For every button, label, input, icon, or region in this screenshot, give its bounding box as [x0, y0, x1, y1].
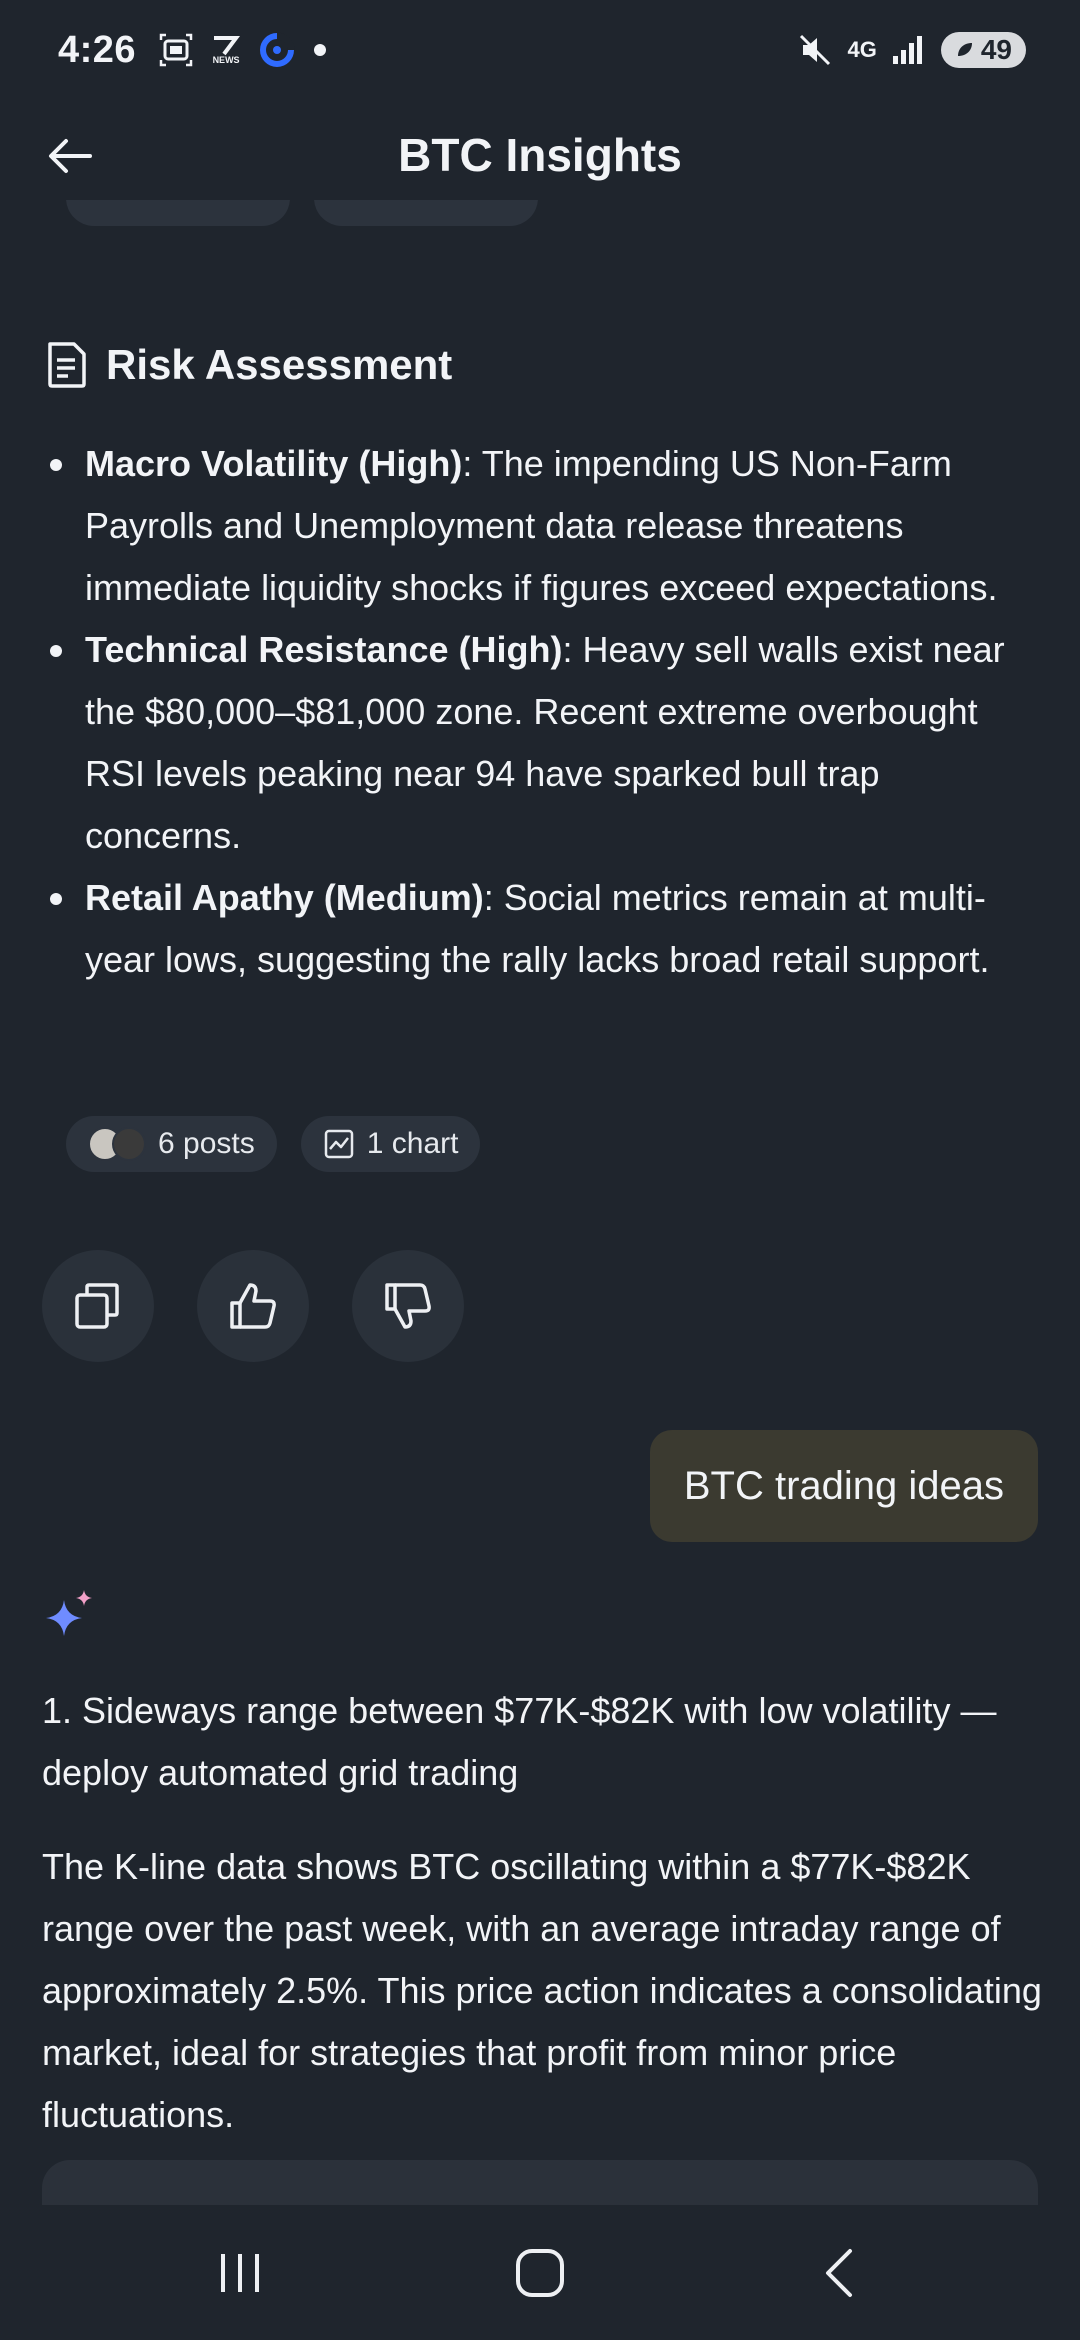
status-left: 4:26 NEWS [58, 28, 327, 72]
home-button[interactable] [480, 2228, 600, 2318]
answer-card [42, 2160, 1038, 2205]
source-chips: 6 posts 1 chart [66, 1116, 481, 1172]
risk-section-title: Risk Assessment [44, 340, 452, 390]
chip-row-previous [66, 200, 538, 226]
status-time: 4:26 [58, 28, 137, 71]
risk-item: Macro Volatility (High): The impending U… [40, 433, 1040, 619]
system-back-button[interactable] [780, 2228, 900, 2318]
home-icon [516, 2248, 564, 2297]
section-title-text: Risk Assessment [106, 341, 453, 388]
refresh-app-icon [260, 32, 295, 67]
risk-item-label: Retail Apathy (Medium) [85, 877, 484, 918]
chart-chip[interactable]: 1 chart [300, 1116, 481, 1172]
news-badge-label: NEWS [212, 54, 240, 65]
battery-level: 49 [980, 34, 1012, 65]
screenshot-icon [159, 33, 193, 67]
user-message-bubble: BTC trading ideas [649, 1430, 1038, 1542]
thumbs-up-icon [230, 1283, 276, 1329]
sparkle-icon [46, 1590, 92, 1636]
dot-icon [314, 44, 327, 56]
risk-item-label: Technical Resistance (High) [85, 629, 563, 670]
notification-icons: NEWS [158, 31, 327, 69]
status-bar: 4:26 NEWS 4G 49 [0, 0, 1080, 100]
posts-chip-label: 6 posts [158, 1127, 255, 1160]
network-label: 4G [847, 37, 877, 62]
recents-button[interactable] [180, 2228, 300, 2318]
app-header: BTC Insights [0, 110, 1080, 200]
news-app-icon: NEWS [212, 35, 241, 65]
risk-list: Macro Volatility (High): The impending U… [40, 433, 1040, 991]
copy-icon [75, 1283, 119, 1329]
system-nav-bar [0, 2205, 1080, 2340]
mute-icon [800, 34, 831, 66]
post-avatars [88, 1127, 146, 1161]
dislike-button[interactable] [352, 1250, 464, 1362]
chevron-left-icon [826, 2248, 852, 2297]
answer-heading: 1. Sideways range between $77K-$82K with… [42, 1690, 997, 1793]
status-right: 4G 49 [797, 32, 1026, 68]
battery-indicator: 49 [940, 32, 1026, 68]
user-message-text: BTC trading ideas [683, 1463, 1004, 1508]
back-button[interactable] [40, 128, 100, 184]
like-button[interactable] [197, 1250, 309, 1362]
chart-chip-previous[interactable] [314, 200, 538, 226]
chat-content[interactable]: Risk Assessment Macro Volatility (High):… [0, 200, 1080, 2205]
posts-chip[interactable]: 6 posts [66, 1116, 277, 1172]
chart-chip-label: 1 chart [366, 1127, 459, 1160]
risk-item: Technical Resistance (High): Heavy sell … [40, 619, 1040, 867]
battery-saver-icon [957, 43, 972, 56]
recents-icon [221, 2253, 259, 2292]
posts-chip-previous[interactable] [66, 200, 290, 226]
message-actions [42, 1250, 464, 1362]
answer-body: The K-line data shows BTC oscillating wi… [42, 1846, 1042, 2135]
thumbs-down-icon [385, 1283, 431, 1329]
document-icon [48, 342, 86, 388]
chart-icon [324, 1129, 353, 1159]
avatar [112, 1127, 146, 1161]
risk-item: Retail Apathy (Medium): Social metrics r… [40, 867, 1040, 991]
page-title: BTC Insights [398, 129, 682, 181]
risk-item-label: Macro Volatility (High) [85, 443, 463, 484]
arrow-left-icon [49, 139, 92, 173]
copy-button[interactable] [42, 1250, 154, 1362]
signal-icon [892, 36, 922, 64]
